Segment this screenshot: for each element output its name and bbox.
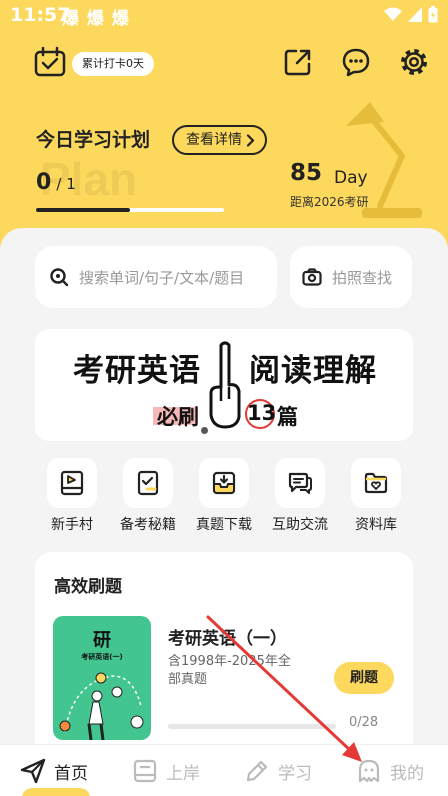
course-progress-bar bbox=[168, 724, 336, 729]
message-icon bbox=[342, 48, 370, 77]
nav-label: 我的 bbox=[390, 763, 424, 784]
quick-link-label: 真题下载 bbox=[196, 517, 252, 533]
nav-label: 上岸 bbox=[166, 763, 200, 784]
status-bar: 11:57 爆 爆 爆 bbox=[0, 0, 448, 32]
quick-link-guide[interactable]: 备考秘籍 bbox=[110, 458, 186, 534]
quick-link-tile bbox=[275, 458, 325, 508]
chat-bubbles-icon bbox=[288, 472, 312, 494]
plan-progress-fill bbox=[36, 208, 130, 212]
calendar-check-icon[interactable] bbox=[34, 46, 66, 82]
course-cover-title: 研 bbox=[93, 630, 111, 651]
quick-link-library[interactable]: 资料库 bbox=[338, 458, 414, 534]
course-progress-count: 0/28 bbox=[349, 715, 379, 730]
signal-icon bbox=[408, 7, 422, 22]
book-flag-icon bbox=[60, 470, 84, 496]
status-icons bbox=[384, 6, 438, 23]
wifi-icon bbox=[384, 7, 402, 21]
plan-title: 今日学习计划 bbox=[36, 129, 151, 151]
ghost-profile-icon bbox=[358, 759, 380, 783]
download-tray-icon bbox=[212, 471, 236, 495]
quick-link-label: 新手村 bbox=[51, 517, 93, 533]
header-row: 累计打卡0天 bbox=[0, 42, 448, 86]
banner-dot bbox=[201, 427, 208, 434]
banner-text-english: 考研英语 bbox=[73, 353, 201, 389]
quick-link-download[interactable]: 真题下载 bbox=[186, 458, 262, 534]
nav-label: 首页 bbox=[54, 763, 88, 784]
countdown-unit: Day bbox=[334, 168, 368, 188]
countdown-label: 距离2026考研 bbox=[290, 195, 369, 209]
search-icon bbox=[50, 268, 69, 287]
nav-label: 学习 bbox=[278, 763, 312, 784]
quick-link-tile bbox=[47, 458, 97, 508]
nav-tab-shore[interactable]: 上岸 bbox=[132, 745, 200, 796]
practice-card-title: 高效刷题 bbox=[54, 577, 122, 597]
promo-banner[interactable]: 考研英语 阅读理解 必刷 13 篇 bbox=[35, 329, 413, 441]
pen-icon bbox=[246, 760, 268, 782]
banner-unit: 篇 bbox=[277, 405, 298, 429]
quick-link-newbie[interactable]: 新手村 bbox=[34, 458, 110, 534]
countdown-days: 85 bbox=[290, 160, 323, 186]
quick-link-label: 资料库 bbox=[355, 517, 397, 533]
plan-progress-bar bbox=[36, 208, 224, 212]
photo-search-label: 拍照查找 bbox=[332, 268, 393, 287]
quick-link-community[interactable]: 互助交流 bbox=[262, 458, 338, 534]
settings-button[interactable] bbox=[398, 46, 430, 78]
banner-text-reading: 阅读理解 bbox=[249, 353, 377, 389]
book-icon bbox=[133, 759, 157, 783]
plan-total-count: / 1 bbox=[56, 175, 76, 193]
share-icon bbox=[284, 49, 311, 76]
quick-link-tile bbox=[123, 458, 173, 508]
practice-button[interactable]: 刷题 bbox=[334, 662, 394, 694]
checkin-count-badge[interactable]: 累计打卡0天 bbox=[72, 52, 154, 76]
checklist-icon bbox=[137, 470, 159, 496]
nav-tab-study[interactable]: 学习 bbox=[244, 745, 312, 796]
search-input[interactable]: 搜索单词/句子/文本/题目 bbox=[35, 246, 277, 308]
banner-must-do: 必刷 bbox=[157, 405, 199, 429]
status-notifications: 爆 爆 爆 bbox=[62, 9, 130, 29]
message-button[interactable] bbox=[340, 46, 372, 78]
quick-link-tile bbox=[199, 458, 249, 508]
quick-links: 新手村 备考秘籍 真题下载 互助交流 资料库 bbox=[30, 458, 418, 538]
course-description: 含1998年-2025年全部真题 bbox=[168, 654, 291, 687]
course-cover-subtitle: 考研英语(一) bbox=[81, 653, 123, 661]
photo-search-button[interactable]: 拍照查找 bbox=[290, 246, 412, 308]
quick-link-label: 互助交流 bbox=[272, 517, 328, 533]
chevron-right-icon bbox=[246, 133, 255, 147]
home-indicator-blob bbox=[22, 788, 90, 796]
quick-link-tile bbox=[351, 458, 401, 508]
course-cover-image[interactable]: 研 考研英语(一) bbox=[53, 616, 151, 740]
view-details-label: 查看详情 bbox=[186, 132, 242, 148]
search-placeholder: 搜索单词/句子/文本/题目 bbox=[79, 268, 245, 287]
quick-link-label: 备考秘籍 bbox=[120, 517, 176, 533]
battery-icon bbox=[428, 6, 438, 23]
practice-card: 高效刷题 研 考研英语(一) 考研英语（一） 含1998年-2025年全部真题 … bbox=[35, 552, 413, 762]
paper-plane-icon bbox=[20, 758, 46, 784]
pointing-hand-icon bbox=[209, 341, 241, 429]
camera-icon bbox=[302, 268, 322, 286]
banner-number: 13 bbox=[247, 401, 277, 425]
plan-done-count: 0 bbox=[36, 170, 52, 195]
nav-tab-profile[interactable]: 我的 bbox=[356, 745, 424, 796]
folder-heart-icon bbox=[364, 472, 388, 494]
view-details-button[interactable]: 查看详情 bbox=[172, 125, 267, 155]
cover-illustration bbox=[59, 672, 144, 740]
course-title[interactable]: 考研英语（一） bbox=[168, 624, 287, 649]
share-button[interactable] bbox=[282, 46, 314, 78]
settings-gear-icon bbox=[401, 49, 427, 75]
plan-progress-text: 0 / 1 bbox=[36, 170, 76, 195]
